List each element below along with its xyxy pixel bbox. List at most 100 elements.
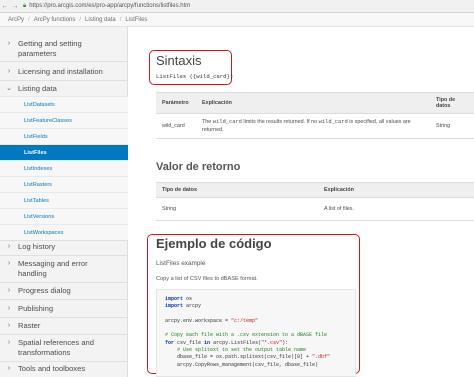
- sidebar-subitem-listfields[interactable]: ListFields: [0, 128, 128, 144]
- divider: [0, 361, 128, 362]
- code-comment: # Use splitext to set the output table n…: [177, 347, 307, 354]
- breadcrumb-item[interactable]: Listing data: [85, 17, 116, 23]
- sidebar-item-messaging-error-handling[interactable]: › Messaging and error handling: [0, 259, 128, 279]
- chevron-right-icon: ›: [7, 260, 11, 267]
- chevron-right-icon: ›: [7, 322, 11, 329]
- sidebar-subitem-listfeatureclasses[interactable]: ListFeatureClasses: [0, 112, 128, 128]
- forward-arrow-icon[interactable]: →: [10, 3, 20, 10]
- code-keyword: import: [165, 303, 184, 310]
- sidebar-item-label: Log history: [18, 242, 56, 251]
- sidebar-subitem-listtables[interactable]: ListTables: [0, 192, 128, 208]
- param-explanation: The wild_card limits the results returne…: [196, 113, 430, 139]
- chevron-right-icon: ›: [7, 40, 11, 47]
- code-text: csv_file: [177, 339, 205, 346]
- sidebar-item-log-history[interactable]: › Log history: [0, 242, 128, 252]
- sidebar-item-label: Tools and toolboxes: [18, 364, 86, 373]
- example-description: Copy a list of CSV files to dBASE format…: [156, 276, 258, 282]
- sidebar-subitem-listindexes[interactable]: ListIndexes: [0, 160, 128, 176]
- lock-icon: 🔒︎: [23, 2, 27, 9]
- chevron-right-icon: ›: [7, 339, 11, 346]
- column-header: Explicación: [196, 92, 430, 114]
- code-string: "c:/temp": [231, 317, 259, 324]
- code-string: "*.csv": [261, 339, 283, 346]
- example-title: ListFiles example: [156, 260, 206, 267]
- code-text: arcpy.ListFiles(: [213, 339, 262, 346]
- breadcrumb-item[interactable]: ArcPy functions: [34, 17, 76, 23]
- code-text: dbase_file = os.path.splitext(csv_file)[…: [177, 354, 313, 361]
- table-header-row: Parámetro Explicación Tipo de datos: [156, 92, 474, 114]
- breadcrumb-separator: /: [119, 16, 122, 23]
- divider: [0, 299, 128, 300]
- breadcrumb-item[interactable]: ArcPy: [8, 17, 24, 23]
- divider: [0, 282, 128, 283]
- sidebar-item-label: Publishing: [18, 304, 54, 313]
- column-header: Explicación: [318, 182, 474, 198]
- back-arrow-icon[interactable]: ←: [0, 3, 10, 10]
- code-block[interactable]: import os import arcpy arcpy.env.workspa…: [156, 289, 356, 377]
- table-header-row: Tipo de datos Explicación: [156, 182, 474, 198]
- chevron-right-icon: ›: [7, 243, 11, 250]
- url-field[interactable]: https://pro.arcgis.com/es/pro-app/arcpy/…: [29, 3, 474, 9]
- sidebar-subitem-listversions[interactable]: ListVersions: [0, 208, 128, 224]
- table-row: String A list of files.: [156, 197, 474, 221]
- code-keyword: in: [204, 339, 211, 346]
- code-keyword: for: [165, 339, 175, 346]
- return-value-table: Tipo de datos Explicación String A list …: [156, 182, 474, 221]
- chevron-right-icon: ›: [7, 305, 11, 312]
- return-type: String: [156, 197, 318, 221]
- sidebar-item-label: Getting and setting parameters: [18, 39, 82, 58]
- sidebar-subitem-listdatasets[interactable]: ListDatasets: [0, 96, 128, 112]
- code-text: ):: [282, 339, 289, 346]
- chevron-right-icon: ›: [7, 365, 11, 372]
- sidebar-subitem-listfiles[interactable]: ListFiles: [0, 144, 128, 160]
- divider: [0, 80, 128, 81]
- sidebar-nav: › Getting and setting parameters › Licens…: [0, 27, 128, 377]
- code-keyword: import: [165, 296, 184, 302]
- parameters-table: Parámetro Explicación Tipo de datos wild…: [156, 92, 474, 139]
- sidebar-item-tools-toolboxes[interactable]: › Tools and toolboxes: [0, 364, 128, 374]
- sidebar-item-progress-dialog[interactable]: › Progress dialog: [0, 286, 128, 296]
- sidebar-item-label: Listing data: [18, 84, 57, 93]
- sidebar-item-spatial-references[interactable]: › Spatial references and transformations: [0, 338, 128, 358]
- return-value-heading: Valor de retorno: [156, 161, 241, 173]
- code-comment: # Copy each file with a .csv extension t…: [165, 332, 328, 339]
- main-content: Sintaxis ListFiles ({wild_card}) Parámet…: [140, 27, 474, 377]
- column-header: Parámetro: [156, 92, 196, 114]
- sidebar-item-label: Raster: [18, 321, 41, 330]
- return-explanation: A list of files.: [318, 197, 474, 221]
- sidebar-item-listing-data[interactable]: ⌄ Listing data: [0, 84, 128, 94]
- divider: [0, 240, 128, 241]
- sidebar-subitem-listworkspaces[interactable]: ListWorkspaces: [0, 224, 128, 240]
- sidebar-item-label: Spatial references and transformations: [18, 338, 94, 357]
- chevron-down-icon: ⌄: [6, 85, 12, 92]
- code-text: arcpy.CopyRows_management(csv_file, dbas…: [177, 361, 319, 368]
- sidebar-item-label: Progress dialog: [18, 286, 71, 295]
- param-type: String: [430, 113, 474, 139]
- code-text: arcpy: [186, 303, 202, 310]
- breadcrumb-separator: /: [28, 16, 30, 23]
- sidebar-item-publishing[interactable]: › Publishing: [0, 304, 128, 314]
- column-header: Tipo de datos: [430, 92, 474, 114]
- divider: [0, 334, 128, 335]
- column-header: Tipo de datos: [156, 182, 318, 198]
- chevron-right-icon: ›: [7, 68, 11, 75]
- breadcrumb-separator: /: [79, 16, 82, 23]
- sidebar-item-label: Messaging and error handling: [18, 259, 88, 278]
- sidebar-item-licensing-installation[interactable]: › Licensing and installation: [0, 67, 128, 77]
- divider: [0, 61, 128, 62]
- table-row: wild_card The wild_card limits the resul…: [156, 113, 474, 139]
- browser-address-bar: ← → 🔒︎ https://pro.arcgis.com/es/pro-app…: [0, 0, 474, 13]
- sidebar-item-getting-setting-parameters[interactable]: › Getting and setting parameters: [0, 39, 128, 59]
- code-text: os: [186, 296, 193, 302]
- sidebar-item-raster[interactable]: › Raster: [0, 321, 128, 331]
- param-name: wild_card: [156, 113, 196, 139]
- syntax-heading: Sintaxis: [156, 53, 202, 68]
- syntax-signature: ListFiles ({wild_card}): [156, 73, 234, 80]
- code-example-heading: Ejemplo de código: [156, 236, 272, 251]
- breadcrumb-item-current: ListFiles: [125, 16, 148, 23]
- sidebar-subitem-listrasters[interactable]: ListRasters: [0, 176, 128, 192]
- breadcrumb: ArcPy / ArcPy functions / Listing data /…: [0, 13, 474, 27]
- chevron-right-icon: ›: [7, 287, 11, 294]
- code-string: ".dbf": [312, 354, 331, 361]
- sidebar-item-label: Licensing and installation: [18, 67, 103, 76]
